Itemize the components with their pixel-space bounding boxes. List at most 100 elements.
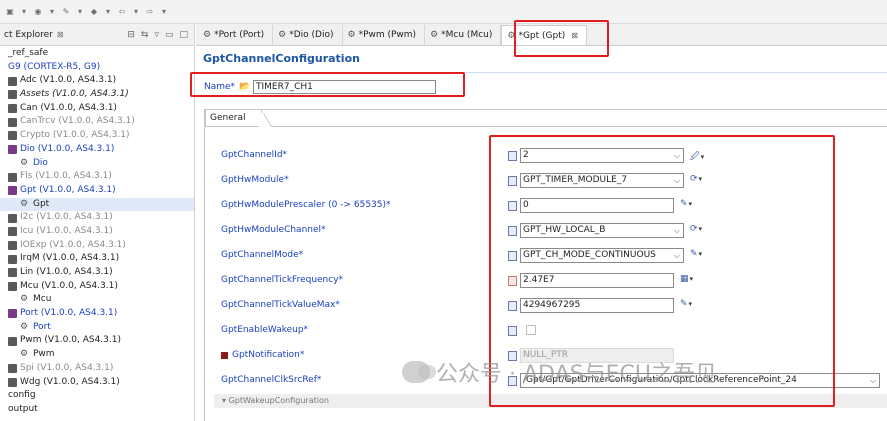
module-icon [8, 240, 17, 250]
tree-item-label: Port [33, 321, 51, 332]
watermark: 公众号 · ADAS与ECU之吾见 [402, 356, 717, 388]
module-icon [8, 227, 17, 237]
tree-item-label: Port (V1.0.0, AS4.3.1) [20, 308, 118, 319]
explorer-title: ct Explorer [4, 29, 53, 40]
wechat-icon [402, 361, 436, 383]
tree-item-label: Wdg (V1.0.0, AS4.3.1) [20, 376, 120, 387]
module-icon [8, 282, 17, 292]
toolbar-icon[interactable]: ✎ [60, 7, 72, 16]
tree-item[interactable]: G9 (CORTEX-R5, G9) [0, 61, 194, 75]
error-marker-icon [221, 352, 228, 359]
tree-item-label: Pwm [33, 349, 55, 360]
project-explorer: ct Explorer ⊠ ⊟ ⇆ ▿ ▭ □ _ref_safe G9 (COR… [0, 24, 195, 421]
module-icon [8, 172, 17, 182]
general-tab-line [205, 126, 887, 127]
tree-item[interactable]: CanTrcv (V1.0.0, AS4.3.1) [0, 115, 194, 129]
highlight-gpt-tab [514, 20, 609, 57]
editor-tab[interactable]: ⚙ *Dio (Dio) [273, 25, 343, 45]
tree-item[interactable]: Fls (V1.0.0, AS4.3.1) [0, 170, 194, 184]
dropdown-icon[interactable]: ▾ [18, 7, 30, 16]
param-label: GptChannelMode* [221, 250, 304, 260]
tree-item-label: Dio [33, 157, 48, 168]
tree-item[interactable]: Can (V1.0.0, AS4.3.1) [0, 102, 194, 116]
dropdown-icon[interactable]: ▾ [130, 7, 142, 16]
link-editor-icon[interactable]: ⇆ [141, 30, 149, 40]
editor-tab[interactable]: ⚙ *Mcu (Mcu) [425, 25, 502, 45]
param-label: GptChannelId* [221, 150, 288, 160]
dropdown-icon[interactable]: ▾ [158, 7, 170, 16]
tree-item-label: IOExp (V1.0.0, AS4.3.1) [20, 239, 126, 250]
toolbar-icon[interactable]: ▣ [4, 7, 16, 16]
tree-item[interactable]: output [0, 403, 194, 417]
collapse-all-icon[interactable]: ⊟ [127, 30, 135, 40]
minimize-icon[interactable]: ▭ [165, 30, 174, 40]
tree-item[interactable]: Dio (V1.0.0, AS4.3.1) [0, 143, 194, 157]
tree-item[interactable]: Assets (V1.0.0, AS4.3.1) [0, 88, 194, 102]
toolbar-icon[interactable]: ⇨ [144, 7, 156, 16]
tree-item-label: Crypto (V1.0.0, AS4.3.1) [20, 130, 130, 141]
editor-tab[interactable]: ⚙ *Pwm (Pwm) [343, 25, 426, 45]
maximize-icon[interactable]: □ [179, 30, 188, 40]
param-label: GptHwModule* [221, 175, 289, 185]
tree-item[interactable]: config [0, 389, 194, 403]
param-label: GptEnableWakeup* [221, 325, 309, 335]
editor-tab-label: *Dio (Dio) [289, 30, 334, 40]
tab-general[interactable]: General [205, 109, 263, 126]
tree-item[interactable]: Port (V1.0.0, AS4.3.1) [0, 307, 194, 321]
tree-item-label: Fls (V1.0.0, AS4.3.1) [20, 171, 112, 182]
view-menu-icon[interactable]: ▿ [154, 30, 159, 40]
close-icon[interactable]: ⊠ [57, 30, 64, 39]
tree-item-label: Icu (V1.0.0, AS4.3.1) [20, 225, 113, 236]
tree-item-label: Mcu [33, 294, 52, 305]
tree-item-label: Adc (V1.0.0, AS4.3.1) [20, 75, 117, 86]
tree-item[interactable]: Lin (V1.0.0, AS4.3.1) [0, 266, 194, 280]
config-icon: ⚙ [20, 294, 29, 305]
config-icon: ⚙ [20, 321, 29, 332]
toolbar-icon[interactable]: ⇦ [116, 7, 128, 16]
tree-item-label: Mcu (V1.0.0, AS4.3.1) [20, 280, 118, 291]
tree-item[interactable]: Mcu (V1.0.0, AS4.3.1) [0, 280, 194, 294]
tree-item[interactable]: Pwm (V1.0.0, AS4.3.1) [0, 334, 194, 348]
tree-item-label: Gpt [33, 198, 50, 209]
tree-item-label: Assets (V1.0.0, AS4.3.1) [20, 89, 129, 100]
tree-item[interactable]: IrqM (V1.0.0, AS4.3.1) [0, 252, 194, 266]
tree-item-label: IrqM (V1.0.0, AS4.3.1) [20, 253, 120, 264]
dropdown-icon[interactable]: ▾ [102, 7, 114, 16]
tree-item[interactable]: ⚙ Dio [0, 157, 194, 171]
param-label: GptHwModulePrescaler (0 -> 65535)* [221, 200, 391, 210]
chevron-down-icon[interactable]: ⌵ [870, 374, 876, 387]
tree-item[interactable]: I2c (V1.0.0, AS4.3.1) [0, 211, 194, 225]
tree-item[interactable]: ⚙ Port [0, 321, 194, 335]
tree-item-label: Dio (V1.0.0, AS4.3.1) [20, 143, 115, 154]
explorer-actions: ⊟ ⇆ ▿ ▭ □ [127, 30, 194, 40]
tree-item-label: config [8, 390, 36, 401]
param-label: GptNotification* [232, 350, 305, 360]
tree-item-label: G9 (CORTEX-R5, G9) [8, 61, 101, 72]
module-icon [8, 90, 17, 100]
tree-item[interactable]: _ref_safe [0, 47, 194, 61]
dropdown-icon[interactable]: ▾ [46, 7, 58, 16]
toolbar-icon[interactable]: ◉ [32, 7, 44, 16]
tree-item[interactable]: Gpt (V1.0.0, AS4.3.1) [0, 184, 194, 198]
config-icon: ⚙ [20, 198, 29, 209]
tree-item[interactable]: Crypto (V1.0.0, AS4.3.1) [0, 129, 194, 143]
editor-tab-label: *Mcu (Mcu) [441, 30, 493, 40]
tree-item[interactable]: ⚙ Gpt [0, 197, 194, 212]
dropdown-icon[interactable]: ▾ [74, 7, 86, 16]
tree-item[interactable]: Icu (V1.0.0, AS4.3.1) [0, 225, 194, 239]
tree-item[interactable]: IOExp (V1.0.0, AS4.3.1) [0, 239, 194, 253]
module-icon [8, 117, 17, 127]
config-icon: ⚙ [430, 30, 439, 40]
tree-item[interactable]: ⚙ Pwm [0, 348, 194, 362]
tree-item[interactable]: ⚙ Mcu [0, 293, 194, 307]
tree-item-label: _ref_safe [8, 48, 49, 58]
module-icon [8, 364, 17, 374]
tree-item-label: Gpt (V1.0.0, AS4.3.1) [20, 184, 116, 195]
config-icon: ⚙ [347, 30, 356, 40]
tree-item[interactable]: Spi (V1.0.0, AS4.3.1) [0, 362, 194, 376]
toolbar-icon[interactable]: ◆ [88, 7, 100, 16]
tree-item[interactable]: Wdg (V1.0.0, AS4.3.1) [0, 376, 194, 390]
tree-item[interactable]: Adc (V1.0.0, AS4.3.1) [0, 74, 194, 88]
editor-tab[interactable]: ⚙ *Port (Port) [198, 25, 274, 45]
param-label: GptChannelClkSrcRef* [221, 375, 322, 385]
